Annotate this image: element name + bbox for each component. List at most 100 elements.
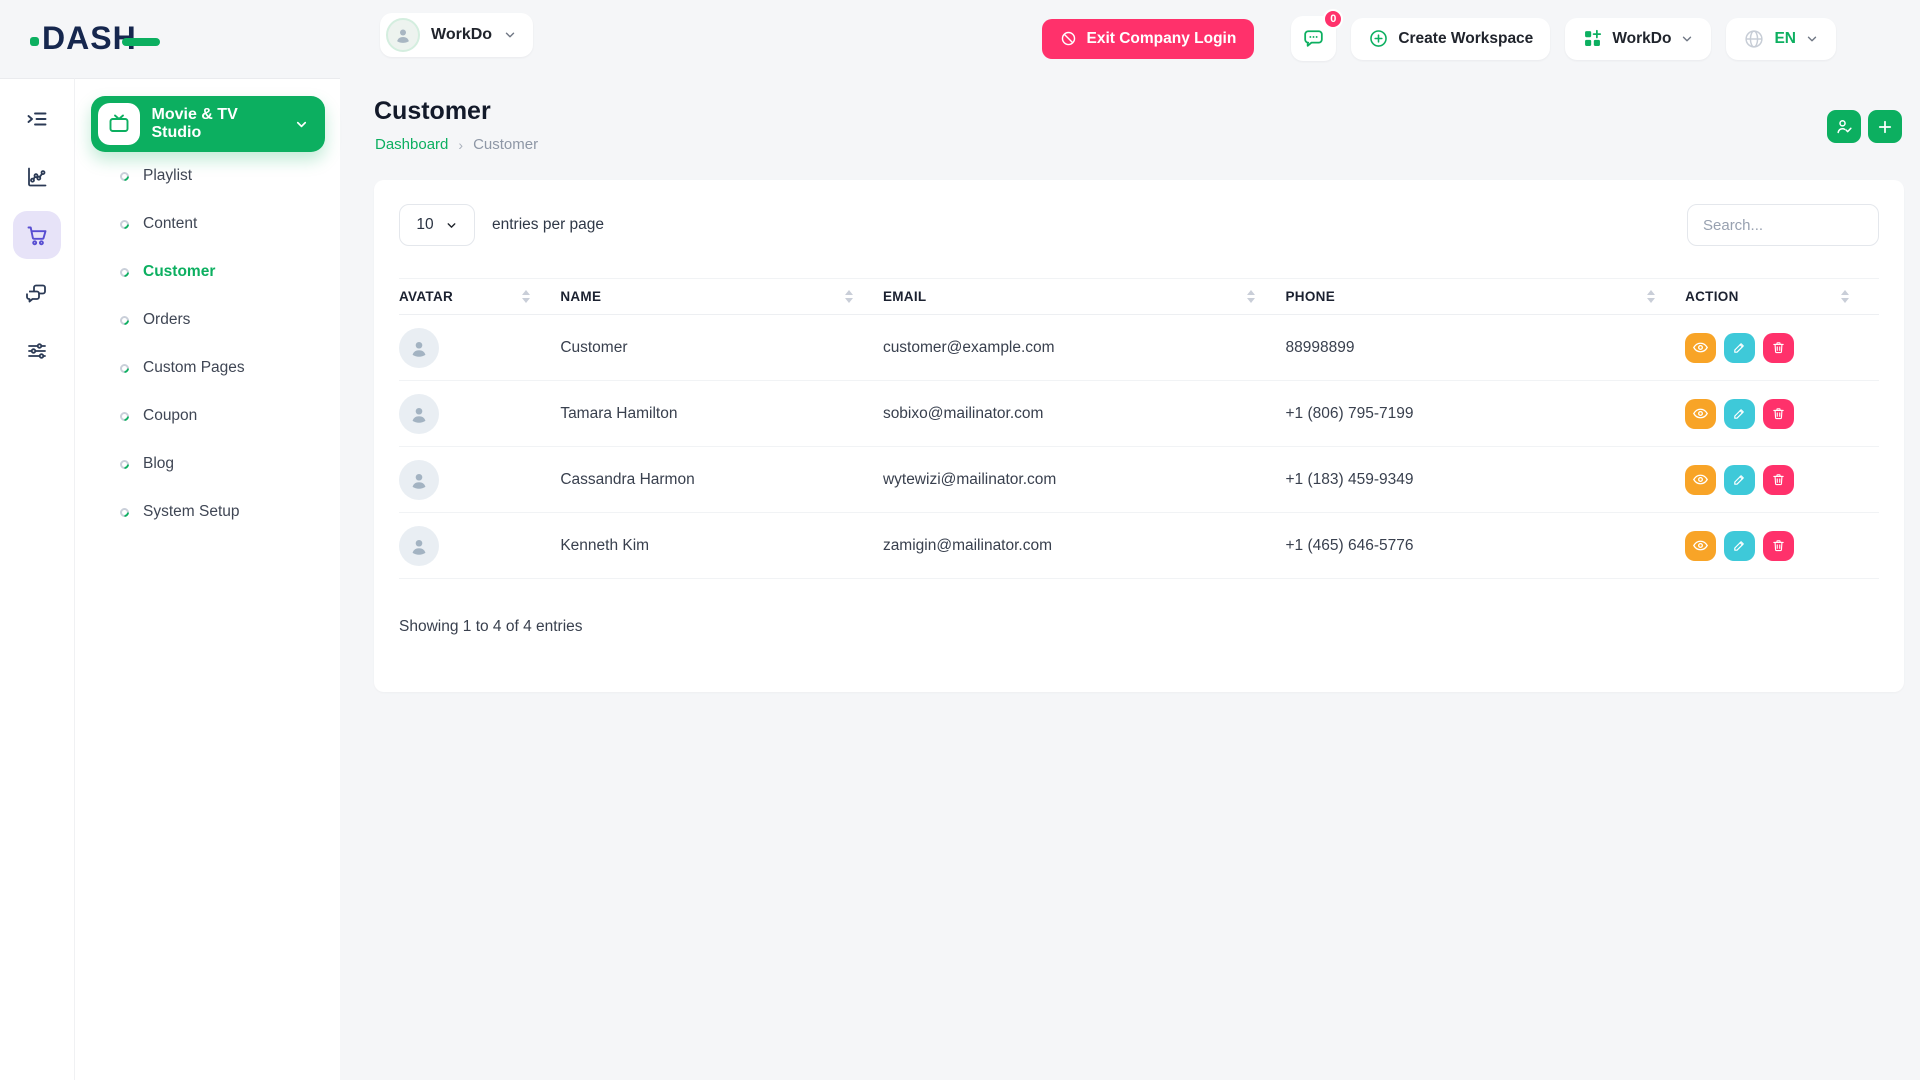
delete-button[interactable]: [1763, 399, 1794, 429]
sidebar-item-label: Custom Pages: [143, 359, 245, 377]
column-header[interactable]: EMAIL: [883, 279, 1286, 315]
edit-button[interactable]: [1724, 333, 1755, 363]
eye-icon: [1692, 339, 1709, 356]
app-logo: DASH: [30, 20, 160, 57]
column-header[interactable]: AVATAR: [399, 279, 560, 315]
view-button[interactable]: [1685, 531, 1716, 561]
view-button[interactable]: [1685, 333, 1716, 363]
sidebar-item[interactable]: Custom Pages: [75, 344, 340, 392]
customer-phone: +1 (465) 646-5776: [1285, 513, 1685, 579]
view-button[interactable]: [1685, 465, 1716, 495]
top-header: DASH WorkDo Exit Company Login 0 Create …: [0, 0, 1920, 78]
slash-circle-icon: [1060, 30, 1077, 47]
pencil-icon: [1732, 538, 1747, 553]
sidebar-item[interactable]: Coupon: [75, 392, 340, 440]
rail-item-settings[interactable]: [13, 327, 61, 375]
edit-button[interactable]: [1724, 465, 1755, 495]
edit-button[interactable]: [1724, 531, 1755, 561]
delete-button[interactable]: [1763, 333, 1794, 363]
search-input[interactable]: [1687, 204, 1879, 246]
column-header-label: PHONE: [1285, 289, 1335, 304]
create-workspace-button[interactable]: Create Workspace: [1351, 18, 1550, 60]
chats-icon: [25, 281, 49, 305]
workspace-switcher[interactable]: WorkDo: [380, 13, 533, 57]
sidebar-item-label: System Setup: [143, 503, 240, 521]
page-actions: [1827, 110, 1902, 143]
sort-icon: [1647, 290, 1655, 303]
view-button[interactable]: [1685, 399, 1716, 429]
rail-item-dashboard[interactable]: [13, 95, 61, 143]
table-row: Kenneth Kim zamigin@mailinator.com +1 (4…: [399, 513, 1879, 579]
column-header[interactable]: PHONE: [1285, 279, 1685, 315]
sidebar: Movie & TV Studio Playlist Content Custo…: [74, 78, 340, 1080]
table-controls: 10 entries per page: [399, 204, 1879, 246]
chevron-down-icon: [1680, 32, 1694, 46]
rail-item-store[interactable]: [13, 211, 61, 259]
edit-button[interactable]: [1724, 399, 1755, 429]
bullet-icon: [118, 458, 131, 471]
row-actions: [1685, 333, 1879, 363]
trash-icon: [1771, 340, 1786, 355]
exit-company-login-button[interactable]: Exit Company Login: [1042, 19, 1254, 59]
language-selector[interactable]: EN: [1726, 18, 1836, 60]
table-row: Cassandra Harmon wytewizi@mailinator.com…: [399, 447, 1879, 513]
project-switcher-button[interactable]: Movie & TV Studio: [91, 96, 325, 152]
column-header[interactable]: NAME: [560, 279, 883, 315]
column-header[interactable]: ACTION: [1685, 279, 1879, 315]
customer-name: Kenneth Kim: [560, 513, 883, 579]
workdo-menu-button[interactable]: WorkDo: [1565, 18, 1711, 60]
page-size-value: 10: [416, 216, 433, 234]
bullet-icon: [118, 410, 131, 423]
bullet-icon: [118, 266, 131, 279]
delete-button[interactable]: [1763, 465, 1794, 495]
trash-icon: [1771, 538, 1786, 553]
sidebar-item[interactable]: Playlist: [75, 152, 340, 200]
icon-rail: [0, 78, 74, 1080]
rail-item-analytics[interactable]: [13, 153, 61, 201]
column-header-label: NAME: [560, 289, 601, 304]
sidebar-item[interactable]: Orders: [75, 296, 340, 344]
messages-button[interactable]: 0: [1291, 16, 1336, 61]
sidebar-item[interactable]: Blog: [75, 440, 340, 488]
chart-icon: [25, 165, 49, 189]
eye-icon: [1692, 405, 1709, 422]
page-size-select[interactable]: 10: [399, 204, 475, 246]
bullet-icon: [118, 170, 131, 183]
breadcrumb-dashboard-link[interactable]: Dashboard: [375, 136, 448, 153]
invite-user-button[interactable]: [1827, 110, 1861, 143]
bullet-icon: [118, 362, 131, 375]
delete-button[interactable]: [1763, 531, 1794, 561]
pencil-icon: [1732, 406, 1747, 421]
chevron-down-icon: [1805, 32, 1819, 46]
sort-icon: [1247, 290, 1255, 303]
bullet-icon: [118, 314, 131, 327]
sidebar-item-label: Blog: [143, 455, 174, 473]
bullet-icon: [118, 506, 131, 519]
chevron-down-icon: [294, 117, 309, 132]
collapse-menu-icon: [25, 107, 49, 131]
column-header-label: AVATAR: [399, 289, 453, 304]
customer-name: Customer: [560, 315, 883, 381]
sidebar-item-label: Coupon: [143, 407, 197, 425]
breadcrumb-separator-icon: ›: [458, 137, 463, 153]
sidebar-item[interactable]: Customer: [75, 248, 340, 296]
customer-email: customer@example.com: [883, 315, 1286, 381]
sidebar-item[interactable]: Content: [75, 200, 340, 248]
entries-per-page-label: entries per page: [492, 216, 604, 234]
add-customer-button[interactable]: [1868, 110, 1902, 143]
tv-icon: [98, 103, 140, 145]
globe-icon: [1743, 28, 1765, 50]
table-row: Customer customer@example.com 88998899: [399, 315, 1879, 381]
plus-circle-icon: [1368, 28, 1389, 49]
pencil-icon: [1732, 340, 1747, 355]
row-actions: [1685, 399, 1879, 429]
cart-icon: [25, 223, 49, 247]
sidebar-item[interactable]: System Setup: [75, 488, 340, 536]
trash-icon: [1771, 472, 1786, 487]
sidebar-item-label: Orders: [143, 311, 190, 329]
sidebar-menu: Playlist Content Customer Orders Custom …: [75, 152, 340, 536]
rail-item-messages[interactable]: [13, 269, 61, 317]
bullet-icon: [118, 218, 131, 231]
breadcrumb-current: Customer: [473, 136, 538, 153]
customer-email: wytewizi@mailinator.com: [883, 447, 1286, 513]
